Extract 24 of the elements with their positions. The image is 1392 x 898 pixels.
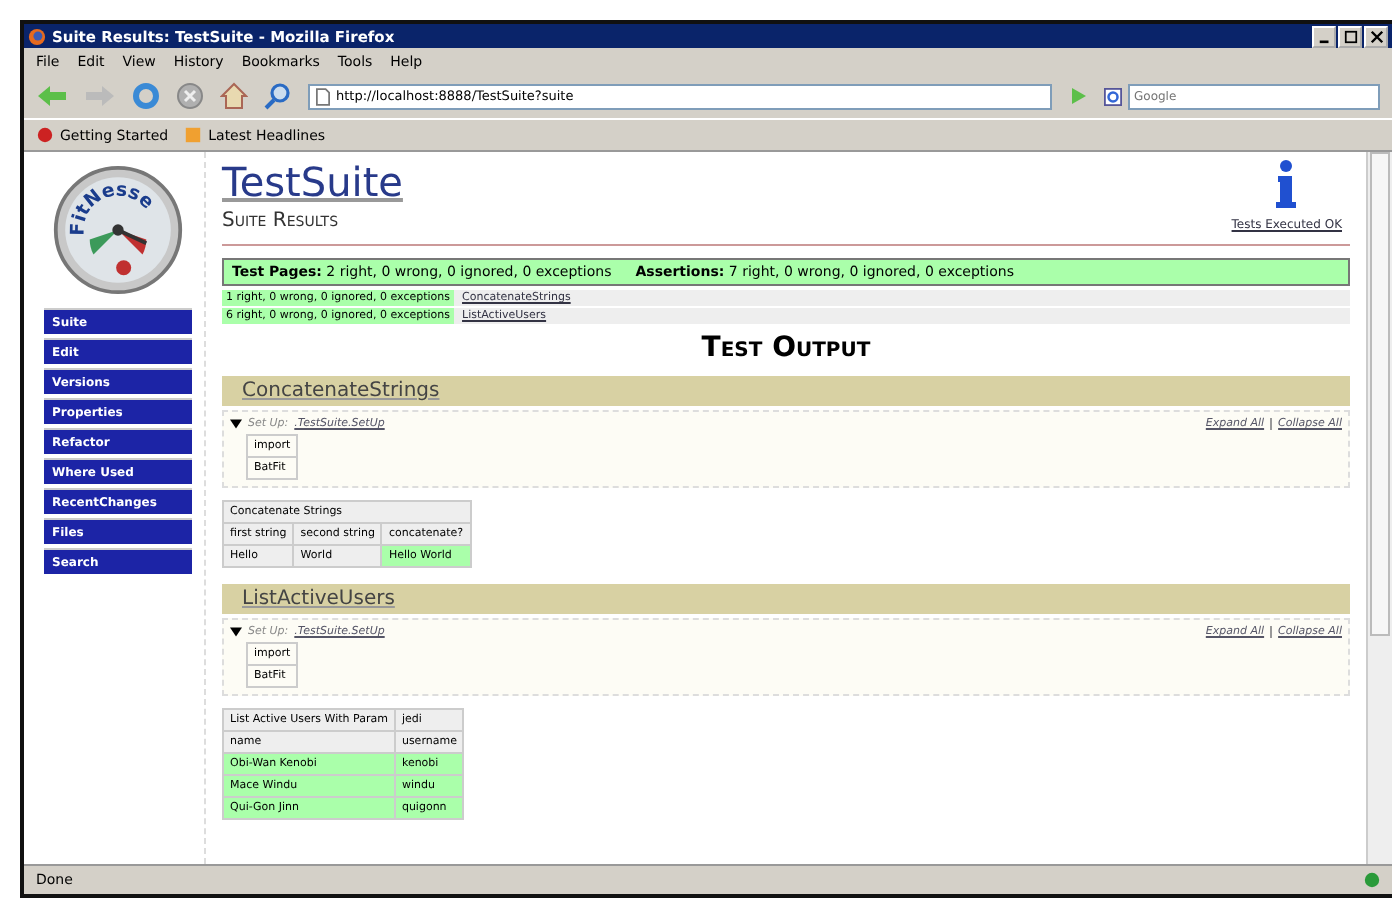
toggle-icon[interactable] (230, 626, 242, 638)
output-heading: Test Output (699, 332, 873, 364)
search-icon[interactable] (264, 82, 292, 110)
maximize-button[interactable] (1338, 25, 1362, 47)
stop-icon[interactable] (176, 82, 204, 110)
reload-icon[interactable] (132, 82, 160, 110)
bookmark-icon (36, 126, 54, 144)
page-subtitle: Suite Results (222, 210, 341, 232)
page-title: TestSuite (222, 160, 403, 204)
search-engine-icon[interactable] (1104, 87, 1122, 105)
section-heading: ConcatenateStrings (222, 376, 1350, 406)
feed-icon (184, 126, 203, 144)
section-heading: ListActiveUsers (222, 584, 1350, 614)
page-icon (316, 87, 330, 105)
browser-icon (28, 27, 46, 45)
toggle-icon[interactable] (230, 418, 242, 430)
scrollbar[interactable] (1366, 152, 1392, 864)
status-icon (1364, 872, 1380, 888)
info-icon (1274, 160, 1299, 208)
close-button[interactable] (1364, 25, 1388, 47)
home-icon[interactable] (220, 82, 248, 110)
minimize-button[interactable] (1312, 25, 1336, 47)
close-icon (1369, 29, 1383, 43)
maximize-icon (1343, 29, 1357, 43)
